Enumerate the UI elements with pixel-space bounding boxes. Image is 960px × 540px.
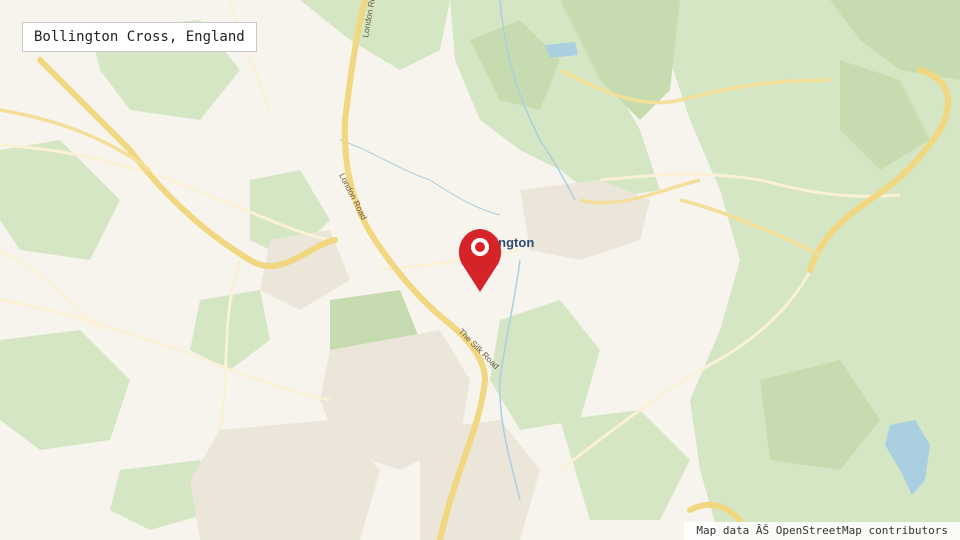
location-title: Bollington Cross, England bbox=[22, 22, 257, 52]
map-canvas[interactable]: London Road London Road The Silk Road Bo… bbox=[0, 0, 960, 540]
map-attribution[interactable]: Map data ÂŠ OpenStreetMap contributors bbox=[684, 522, 960, 540]
